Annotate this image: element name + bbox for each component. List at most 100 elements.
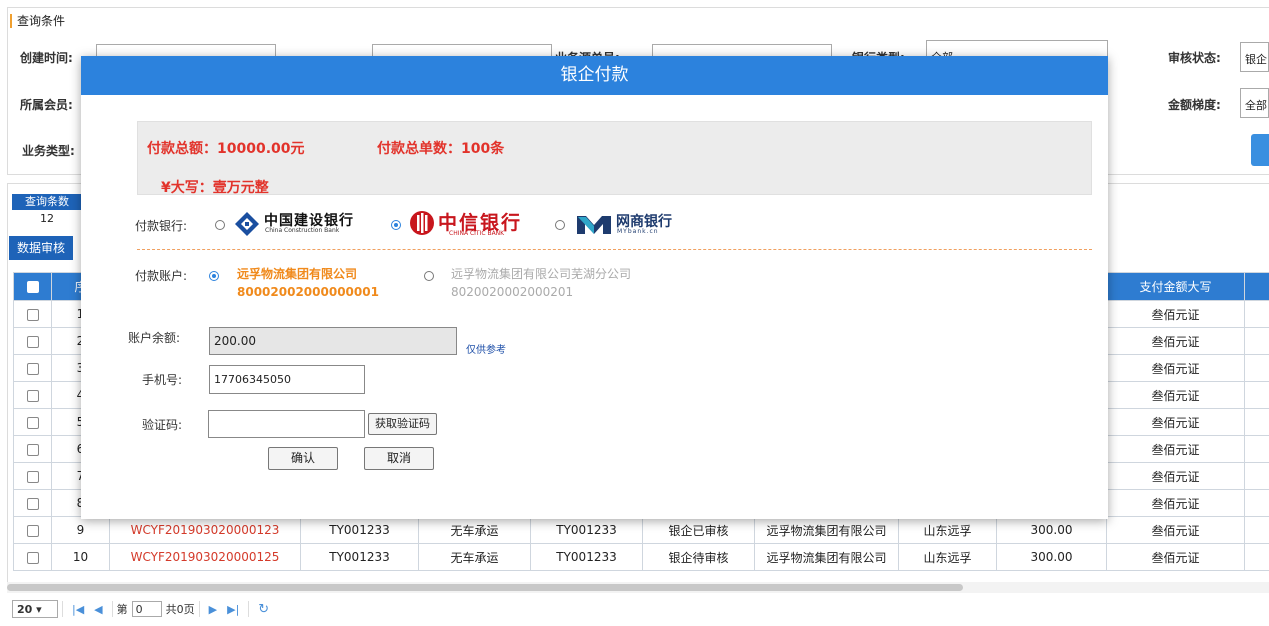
- row-select-cell[interactable]: [13, 381, 52, 409]
- cell-code[interactable]: WCYF201903020000125: [109, 543, 301, 571]
- account-1-radio[interactable]: [209, 271, 219, 281]
- account-1-name[interactable]: 远孚物流集团有限公司: [237, 265, 357, 283]
- bank-option-mybank[interactable]: [555, 219, 565, 233]
- row-checkbox[interactable]: [26, 335, 39, 348]
- row-select-cell[interactable]: [13, 300, 52, 328]
- account-1-number: 80002002000000001: [237, 285, 379, 299]
- page-prefix: 第: [116, 603, 128, 616]
- cell-amount-cn: 叁佰元证: [1106, 516, 1245, 544]
- page-size-select[interactable]: 20 ▾: [12, 600, 58, 618]
- select-all-cell[interactable]: [13, 272, 52, 301]
- bank-option-citic[interactable]: [391, 219, 401, 233]
- cell-order: TY001233: [300, 516, 419, 544]
- cell-ref: TY001233: [530, 516, 643, 544]
- row-select-cell[interactable]: [13, 489, 52, 517]
- phone-label: 手机号:: [142, 373, 183, 387]
- row-checkbox[interactable]: [26, 497, 39, 510]
- bank-payment-dialog: 银企付款 付款总额：10000.00元 付款总单数：100条 ¥大写：壹万元整 …: [81, 56, 1108, 519]
- cell-seq: 9: [51, 516, 110, 544]
- data-audit-button[interactable]: 数据审核: [9, 236, 73, 260]
- row-checkbox[interactable]: [26, 470, 39, 483]
- account-2-radio[interactable]: [424, 271, 434, 281]
- cell-type: 无车承运: [418, 543, 531, 571]
- search-button[interactable]: [1251, 134, 1269, 166]
- row-select-cell[interactable]: [13, 354, 52, 382]
- refresh-icon[interactable]: ↻: [258, 602, 269, 617]
- cell-type: 无车承运: [418, 516, 531, 544]
- account-2-name[interactable]: 远孚物流集团有限公司芜湖分公司: [451, 265, 631, 283]
- cell-status: 银企已审核: [642, 516, 755, 544]
- cell-code[interactable]: WCYF201903020000123: [109, 516, 301, 544]
- select-all-checkbox[interactable]: [26, 281, 39, 293]
- cell-amount: 300.00: [996, 516, 1107, 544]
- account-2-number: 8020020002000201: [451, 285, 574, 299]
- row-select-cell[interactable]: [13, 462, 52, 490]
- row-select-cell[interactable]: [13, 516, 52, 544]
- mybank-logo[interactable]: 网商银行 MYbank.cn: [576, 210, 696, 238]
- cell-amount-cn: 叁佰元证: [1106, 354, 1245, 382]
- table-row[interactable]: 9 WCYF201903020000123 TY001233 无车承运 TY001233…: [13, 516, 1269, 544]
- biz-type-label: 业务类型:: [22, 144, 75, 158]
- pay-account-label: 付款账户:: [135, 269, 188, 283]
- ccb-logo[interactable]: 中国建设银行 China Construction Bank: [234, 210, 374, 238]
- mybank-logo-icon: [577, 216, 611, 234]
- bank-citic-radio[interactable]: [391, 220, 401, 230]
- cell-amount-cn: 叁佰元证: [1106, 300, 1245, 328]
- account-option-1[interactable]: [209, 270, 219, 284]
- get-code-button[interactable]: 获取验证码: [368, 413, 437, 435]
- row-select-cell[interactable]: [13, 543, 52, 571]
- next-page-icon[interactable]: ▶: [209, 603, 217, 616]
- account-option-2[interactable]: [424, 270, 434, 284]
- row-checkbox[interactable]: [26, 389, 39, 402]
- last-page-icon[interactable]: ▶|: [227, 603, 239, 616]
- row-select-cell[interactable]: [13, 327, 52, 355]
- phone-input[interactable]: 17706345050: [209, 365, 365, 394]
- cell-company: 远孚物流集团有限公司: [754, 516, 899, 544]
- bank-mybank-radio[interactable]: [555, 220, 565, 230]
- total-count-text: 付款总单数：100条: [377, 141, 505, 157]
- pay-bank-label: 付款银行:: [135, 219, 188, 233]
- cell-order: TY001233: [300, 543, 419, 571]
- stat-value: 12: [40, 212, 54, 225]
- cell-ref: TY001233: [530, 543, 643, 571]
- page-number-input[interactable]: 0: [131, 601, 162, 617]
- row-select-cell[interactable]: [13, 408, 52, 436]
- pagination-bar: 20 ▾ |◀ ◀ 第 0 共0页 ▶ ▶| ↻: [7, 596, 274, 622]
- page-total: 共0页: [165, 603, 195, 616]
- row-checkbox[interactable]: [26, 416, 39, 429]
- bank-ccb-radio[interactable]: [215, 220, 225, 230]
- horizontal-scrollbar[interactable]: [7, 584, 963, 591]
- cell-extra: [1244, 543, 1269, 571]
- citic-logo[interactable]: 中信银行 CHINA CITIC BANK: [409, 208, 549, 238]
- dialog-title: 银企付款: [81, 56, 1108, 95]
- bank-option-ccb[interactable]: [215, 219, 225, 233]
- first-page-icon[interactable]: |◀: [72, 603, 84, 616]
- cell-extra: [1244, 354, 1269, 382]
- cell-amount-cn: 叁佰元证: [1106, 327, 1245, 355]
- row-checkbox[interactable]: [26, 308, 39, 321]
- ccb-logo-icon: [235, 212, 259, 236]
- col-extra: [1244, 272, 1269, 301]
- verify-code-input[interactable]: [208, 410, 365, 438]
- audit-status-select[interactable]: 银企: [1240, 42, 1269, 72]
- member-label: 所属会员:: [20, 98, 73, 112]
- pager-separator: [111, 601, 113, 617]
- cell-amount-cn: 叁佰元证: [1106, 408, 1245, 436]
- prev-page-icon[interactable]: ◀: [94, 603, 102, 616]
- cell-seq: 10: [51, 543, 110, 571]
- cell-extra: [1244, 408, 1269, 436]
- amount-range-select[interactable]: 全部: [1240, 88, 1269, 118]
- row-checkbox[interactable]: [26, 551, 39, 564]
- confirm-button[interactable]: 确认: [268, 447, 338, 470]
- row-checkbox[interactable]: [26, 443, 39, 456]
- cell-extra: [1244, 381, 1269, 409]
- page-size-value: 20: [17, 603, 33, 616]
- page-size-caret-icon: ▾: [36, 603, 42, 616]
- cancel-button[interactable]: 取消: [364, 447, 434, 470]
- row-checkbox[interactable]: [26, 524, 39, 537]
- table-row[interactable]: 10 WCYF201903020000125 TY001233 无车承运 TY00123…: [13, 543, 1269, 571]
- row-checkbox[interactable]: [26, 362, 39, 375]
- mybank-name-en: MYbank.cn: [617, 228, 659, 235]
- stat-title: 查询条数: [12, 194, 82, 210]
- row-select-cell[interactable]: [13, 435, 52, 463]
